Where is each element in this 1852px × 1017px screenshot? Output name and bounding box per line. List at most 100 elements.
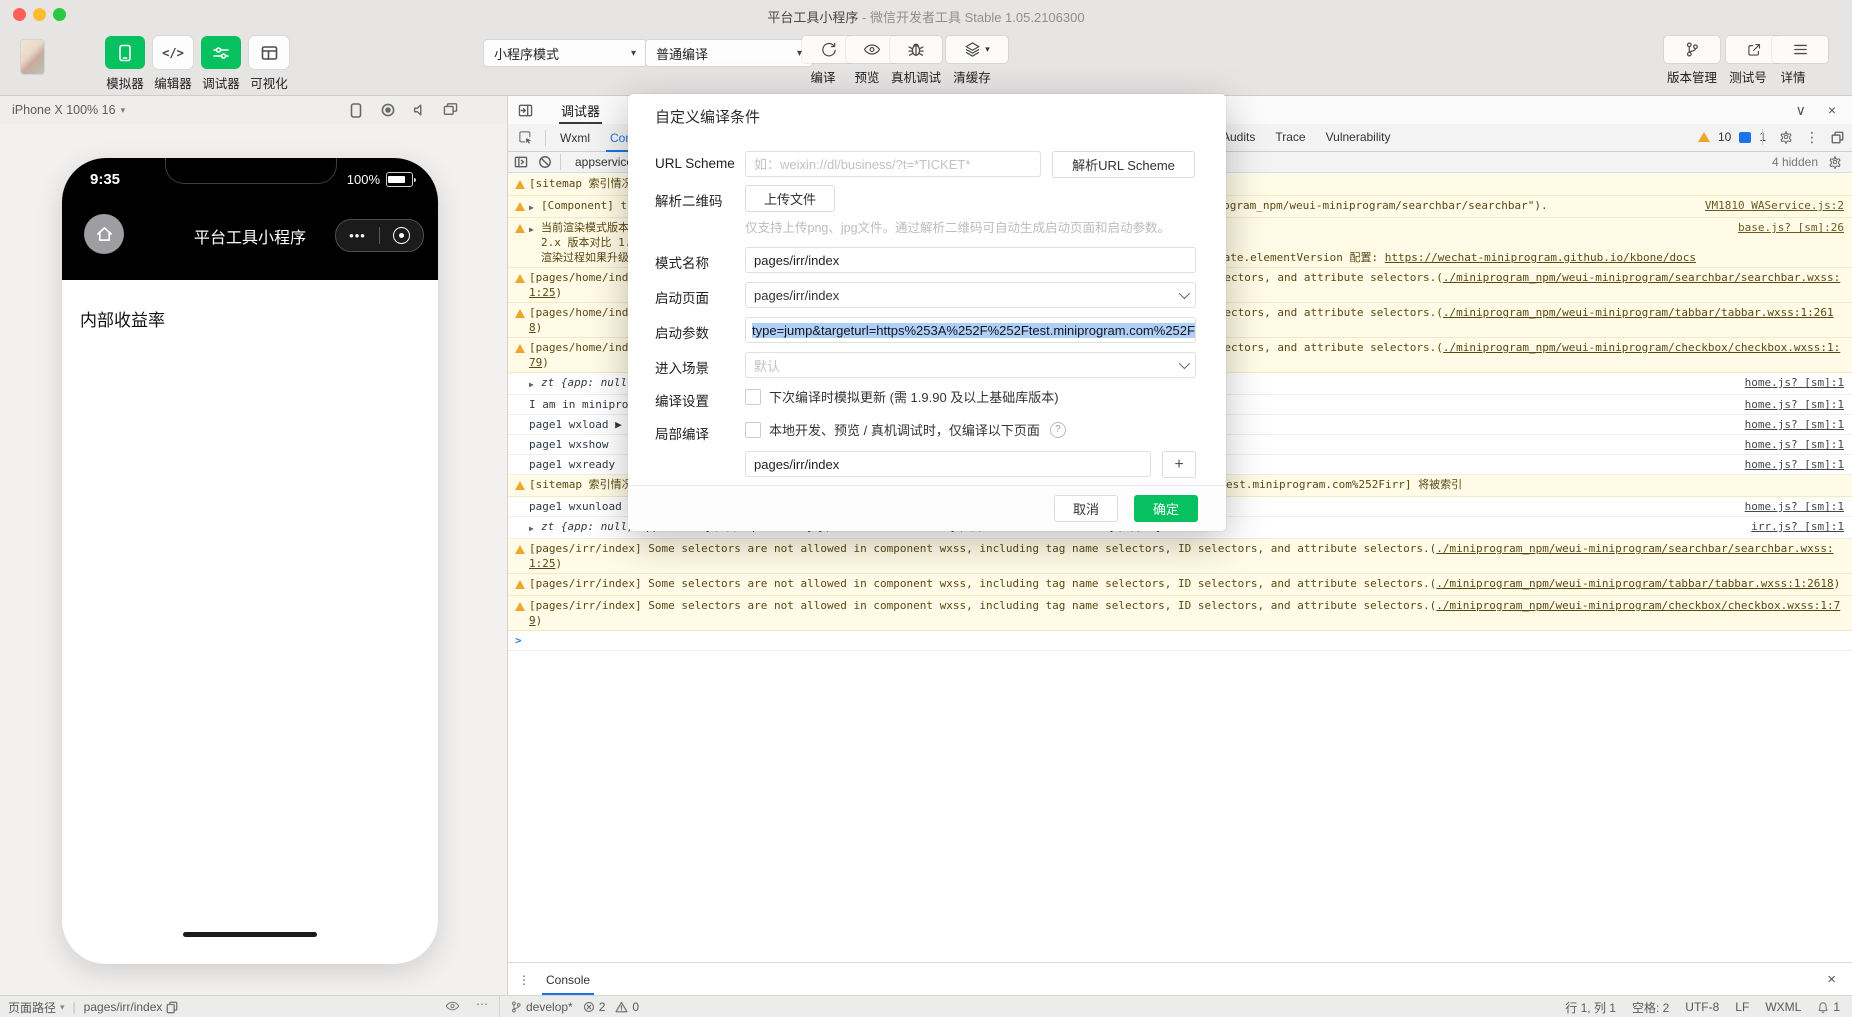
cursor-position[interactable]: 行 1, 列 1 <box>1565 999 1616 1016</box>
current-page-path[interactable]: pages/irr/index <box>84 1000 179 1014</box>
chevron-down-icon <box>1178 287 1191 300</box>
chevron-down-icon: ▾ <box>120 104 126 115</box>
home-button[interactable] <box>84 214 124 254</box>
remote-debug-button[interactable]: 真机调试 <box>888 36 944 86</box>
add-page-button[interactable]: + <box>1162 451 1196 478</box>
exit-button[interactable] <box>380 227 423 244</box>
device-frame-icon[interactable] <box>350 103 362 118</box>
console-warning-row[interactable]: [pages/irr/index] Some selectors are not… <box>508 574 1852 596</box>
kebab-menu-icon[interactable]: ⋮ <box>1805 129 1819 146</box>
partial-compile-checkbox[interactable] <box>745 421 761 438</box>
url-scheme-input[interactable] <box>745 151 1041 177</box>
console-source-link[interactable]: home.js? [sm]:1 <box>1745 437 1844 452</box>
editor-toggle-button[interactable]: </> 编辑器 <box>150 36 196 92</box>
upload-file-button[interactable]: 上传文件 <box>745 185 835 212</box>
indentation[interactable]: 空格: 2 <box>1632 999 1669 1016</box>
language-mode[interactable]: WXML <box>1765 1000 1801 1014</box>
console-message: [pages/irr/index] Some selectors are not… <box>529 542 1834 570</box>
audio-mute-icon[interactable] <box>412 103 426 117</box>
tab-vulnerability[interactable]: Vulnerability <box>1316 124 1401 150</box>
mode-name-input[interactable] <box>745 247 1196 273</box>
console-source-link[interactable]: base.js? [sm]:26 <box>1738 220 1844 235</box>
undock-icon[interactable] <box>1831 131 1844 144</box>
console-source-link[interactable]: home.js? [sm]:1 <box>1745 499 1844 514</box>
copy-icon[interactable] <box>166 1001 178 1014</box>
tab-debugger[interactable]: 调试器 <box>555 97 606 124</box>
expand-caret-icon[interactable]: ▶ <box>529 200 541 215</box>
console-file-link[interactable]: ./miniprogram_npm/weui-miniprogram/tabba… <box>1436 577 1833 590</box>
console-file-link[interactable]: ./miniprogram_npm/weui-miniprogram/searc… <box>529 542 1834 570</box>
more-options-icon[interactable]: ⋯ <box>476 997 489 1011</box>
console-sidebar-icon[interactable] <box>514 156 528 168</box>
preview-button[interactable]: 预览 <box>846 36 898 86</box>
compile-button[interactable]: 编译 <box>802 36 854 86</box>
visualizer-toggle-button[interactable]: 可视化 <box>246 36 292 92</box>
console-source-link[interactable]: home.js? [sm]:1 <box>1745 397 1844 412</box>
cancel-button[interactable]: 取消 <box>1054 495 1118 522</box>
console-warning-row[interactable]: [pages/irr/index] Some selectors are not… <box>508 539 1852 574</box>
parse-url-scheme-button[interactable]: 解析URL Scheme <box>1052 151 1195 178</box>
phone-simulator[interactable]: 9:35 100% 平台工具小程序 ••• 内部收益率 <box>62 158 438 964</box>
error-count[interactable]: 2 <box>583 1000 605 1014</box>
scene-select[interactable]: 默认 <box>745 352 1196 378</box>
console-source-link[interactable]: home.js? [sm]:1 <box>1745 457 1844 472</box>
console-prompt-icon[interactable]: > <box>515 633 529 648</box>
console-file-link[interactable]: ./miniprogram_npm/weui-miniprogram/check… <box>529 599 1840 627</box>
notifications[interactable]: 1 <box>1817 1000 1840 1014</box>
expand-caret-icon[interactable]: ▶ <box>529 521 541 536</box>
console-source-link[interactable]: irr.js? [sm]:1 <box>1751 519 1844 534</box>
debugger-toggle-button[interactable]: 调试器 <box>198 36 244 92</box>
console-source-link[interactable]: VM1810 WAService.js:2 <box>1705 198 1844 213</box>
refresh-icon <box>820 41 837 58</box>
record-icon[interactable] <box>381 103 395 117</box>
popout-window-icon[interactable] <box>443 103 458 116</box>
git-branch-indicator[interactable]: develop* <box>510 1000 573 1014</box>
compile-mode-select[interactable]: 普通编译 ▾ <box>645 39 813 67</box>
clear-cache-button[interactable]: ▾ 清缓存 <box>946 36 1008 86</box>
console-file-link[interactable]: https://wechat-miniprogram.github.io/kbo… <box>1385 251 1696 264</box>
collapse-icon[interactable]: ∨ <box>1796 102 1806 119</box>
hidden-messages-link[interactable]: 4 hidden <box>1772 155 1818 169</box>
close-drawer-icon[interactable]: × <box>1827 971 1852 988</box>
help-icon[interactable]: ? <box>1049 421 1066 438</box>
version-manage-button[interactable]: 版本管理 <box>1662 36 1722 86</box>
partial-page-input[interactable] <box>745 451 1151 477</box>
simulator-toggle-button[interactable]: 模拟器 <box>102 36 148 92</box>
device-select[interactable]: iPhone X 100% 16 <box>12 103 116 117</box>
simulate-update-checkbox[interactable] <box>745 388 761 405</box>
page-path-select[interactable]: 页面路径 ▾ <box>8 999 65 1016</box>
target-icon <box>393 227 410 244</box>
console-warning-row[interactable]: [pages/irr/index] Some selectors are not… <box>508 596 1852 631</box>
expand-caret-icon[interactable]: ▶ <box>529 222 541 237</box>
warning-icon <box>515 602 525 611</box>
launch-params-input[interactable]: type=jump&targeturl=https%253A%252F%252F… <box>745 317 1196 343</box>
tab-trace[interactable]: Trace <box>1265 124 1315 150</box>
console-prompt-row[interactable]: > <box>508 631 1852 651</box>
close-icon[interactable]: × <box>1828 102 1836 118</box>
clear-console-icon[interactable] <box>538 155 552 169</box>
eol-type[interactable]: LF <box>1735 1000 1749 1014</box>
tab-wxml[interactable]: Wxml <box>550 125 600 151</box>
app-mode-select[interactable]: 小程序模式 ▾ <box>483 39 647 67</box>
console-source-link[interactable]: home.js? [sm]:1 <box>1745 375 1844 390</box>
eye-icon[interactable] <box>445 1000 460 1012</box>
confirm-button[interactable]: 确定 <box>1134 495 1198 522</box>
launch-page-select[interactable]: pages/irr/index <box>745 282 1196 308</box>
console-settings-gear-icon[interactable] <box>1818 155 1852 169</box>
warning-count[interactable]: 10 <box>1718 130 1731 144</box>
dock-icon[interactable] <box>518 104 533 117</box>
warning-triangle-icon <box>615 1001 628 1013</box>
settings-gear-icon[interactable] <box>1779 130 1793 144</box>
kebab-menu-icon[interactable]: ⋮ <box>508 973 538 987</box>
drawer-tab-console[interactable]: Console <box>538 964 598 996</box>
more-menu-button[interactable]: ••• <box>336 228 379 243</box>
console-source-link[interactable]: home.js? [sm]:1 <box>1745 417 1844 432</box>
test-account-button[interactable]: 测试号 <box>1726 36 1782 86</box>
inspect-icon[interactable] <box>508 130 541 145</box>
avatar[interactable] <box>21 40 44 74</box>
chevron-down-icon: ▾ <box>985 44 990 54</box>
expand-caret-icon[interactable]: ▶ <box>529 377 541 392</box>
details-button[interactable]: 详情 <box>1772 36 1828 86</box>
warning-count-status[interactable]: 0 <box>615 1000 639 1014</box>
encoding[interactable]: UTF-8 <box>1685 1000 1719 1014</box>
